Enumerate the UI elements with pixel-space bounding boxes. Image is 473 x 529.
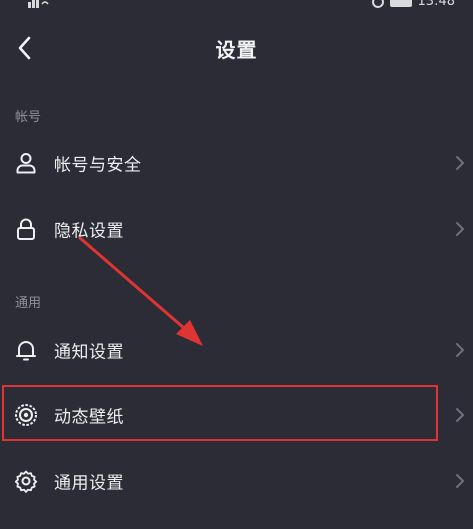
row-label: 通用设置	[54, 473, 124, 494]
header: 设置	[0, 22, 473, 74]
row-label: 通知设置	[54, 342, 124, 363]
settings-row-live-wallpaper[interactable]: 动态壁纸	[0, 389, 473, 441]
bell-icon	[16, 341, 36, 361]
lock-icon	[17, 218, 35, 240]
live-wallpaper-icon	[15, 404, 37, 426]
settings-row-privacy[interactable]: 隐私设置	[0, 203, 473, 255]
page-title: 设置	[215, 38, 258, 62]
chevron-right-icon	[456, 343, 465, 357]
chevron-right-icon	[456, 156, 465, 170]
settings-row-general[interactable]: 通用设置	[0, 455, 473, 507]
eye-comfort-icon	[371, 0, 384, 8]
chevron-right-icon	[456, 222, 465, 236]
annotation-arrow	[78, 236, 203, 346]
status-right: 13:48	[371, 0, 455, 9]
status-bar: 13:48	[0, 0, 473, 12]
row-label: 动态壁纸	[54, 407, 124, 428]
row-label: 隐私设置	[54, 221, 124, 242]
gear-icon	[14, 470, 38, 493]
battery-icon	[389, 0, 412, 7]
chevron-right-icon	[456, 408, 465, 422]
signal-icon	[28, 0, 49, 8]
row-label: 帐号与安全	[54, 155, 142, 176]
user-icon	[16, 153, 36, 174]
section-label-general: 通用	[15, 296, 42, 311]
section-label-account: 帐号	[15, 110, 42, 125]
settings-row-account-security[interactable]: 帐号与安全	[0, 137, 473, 189]
chevron-right-icon	[456, 474, 465, 488]
status-time: 13:48	[417, 0, 455, 9]
settings-row-notifications[interactable]: 通知设置	[0, 324, 473, 376]
